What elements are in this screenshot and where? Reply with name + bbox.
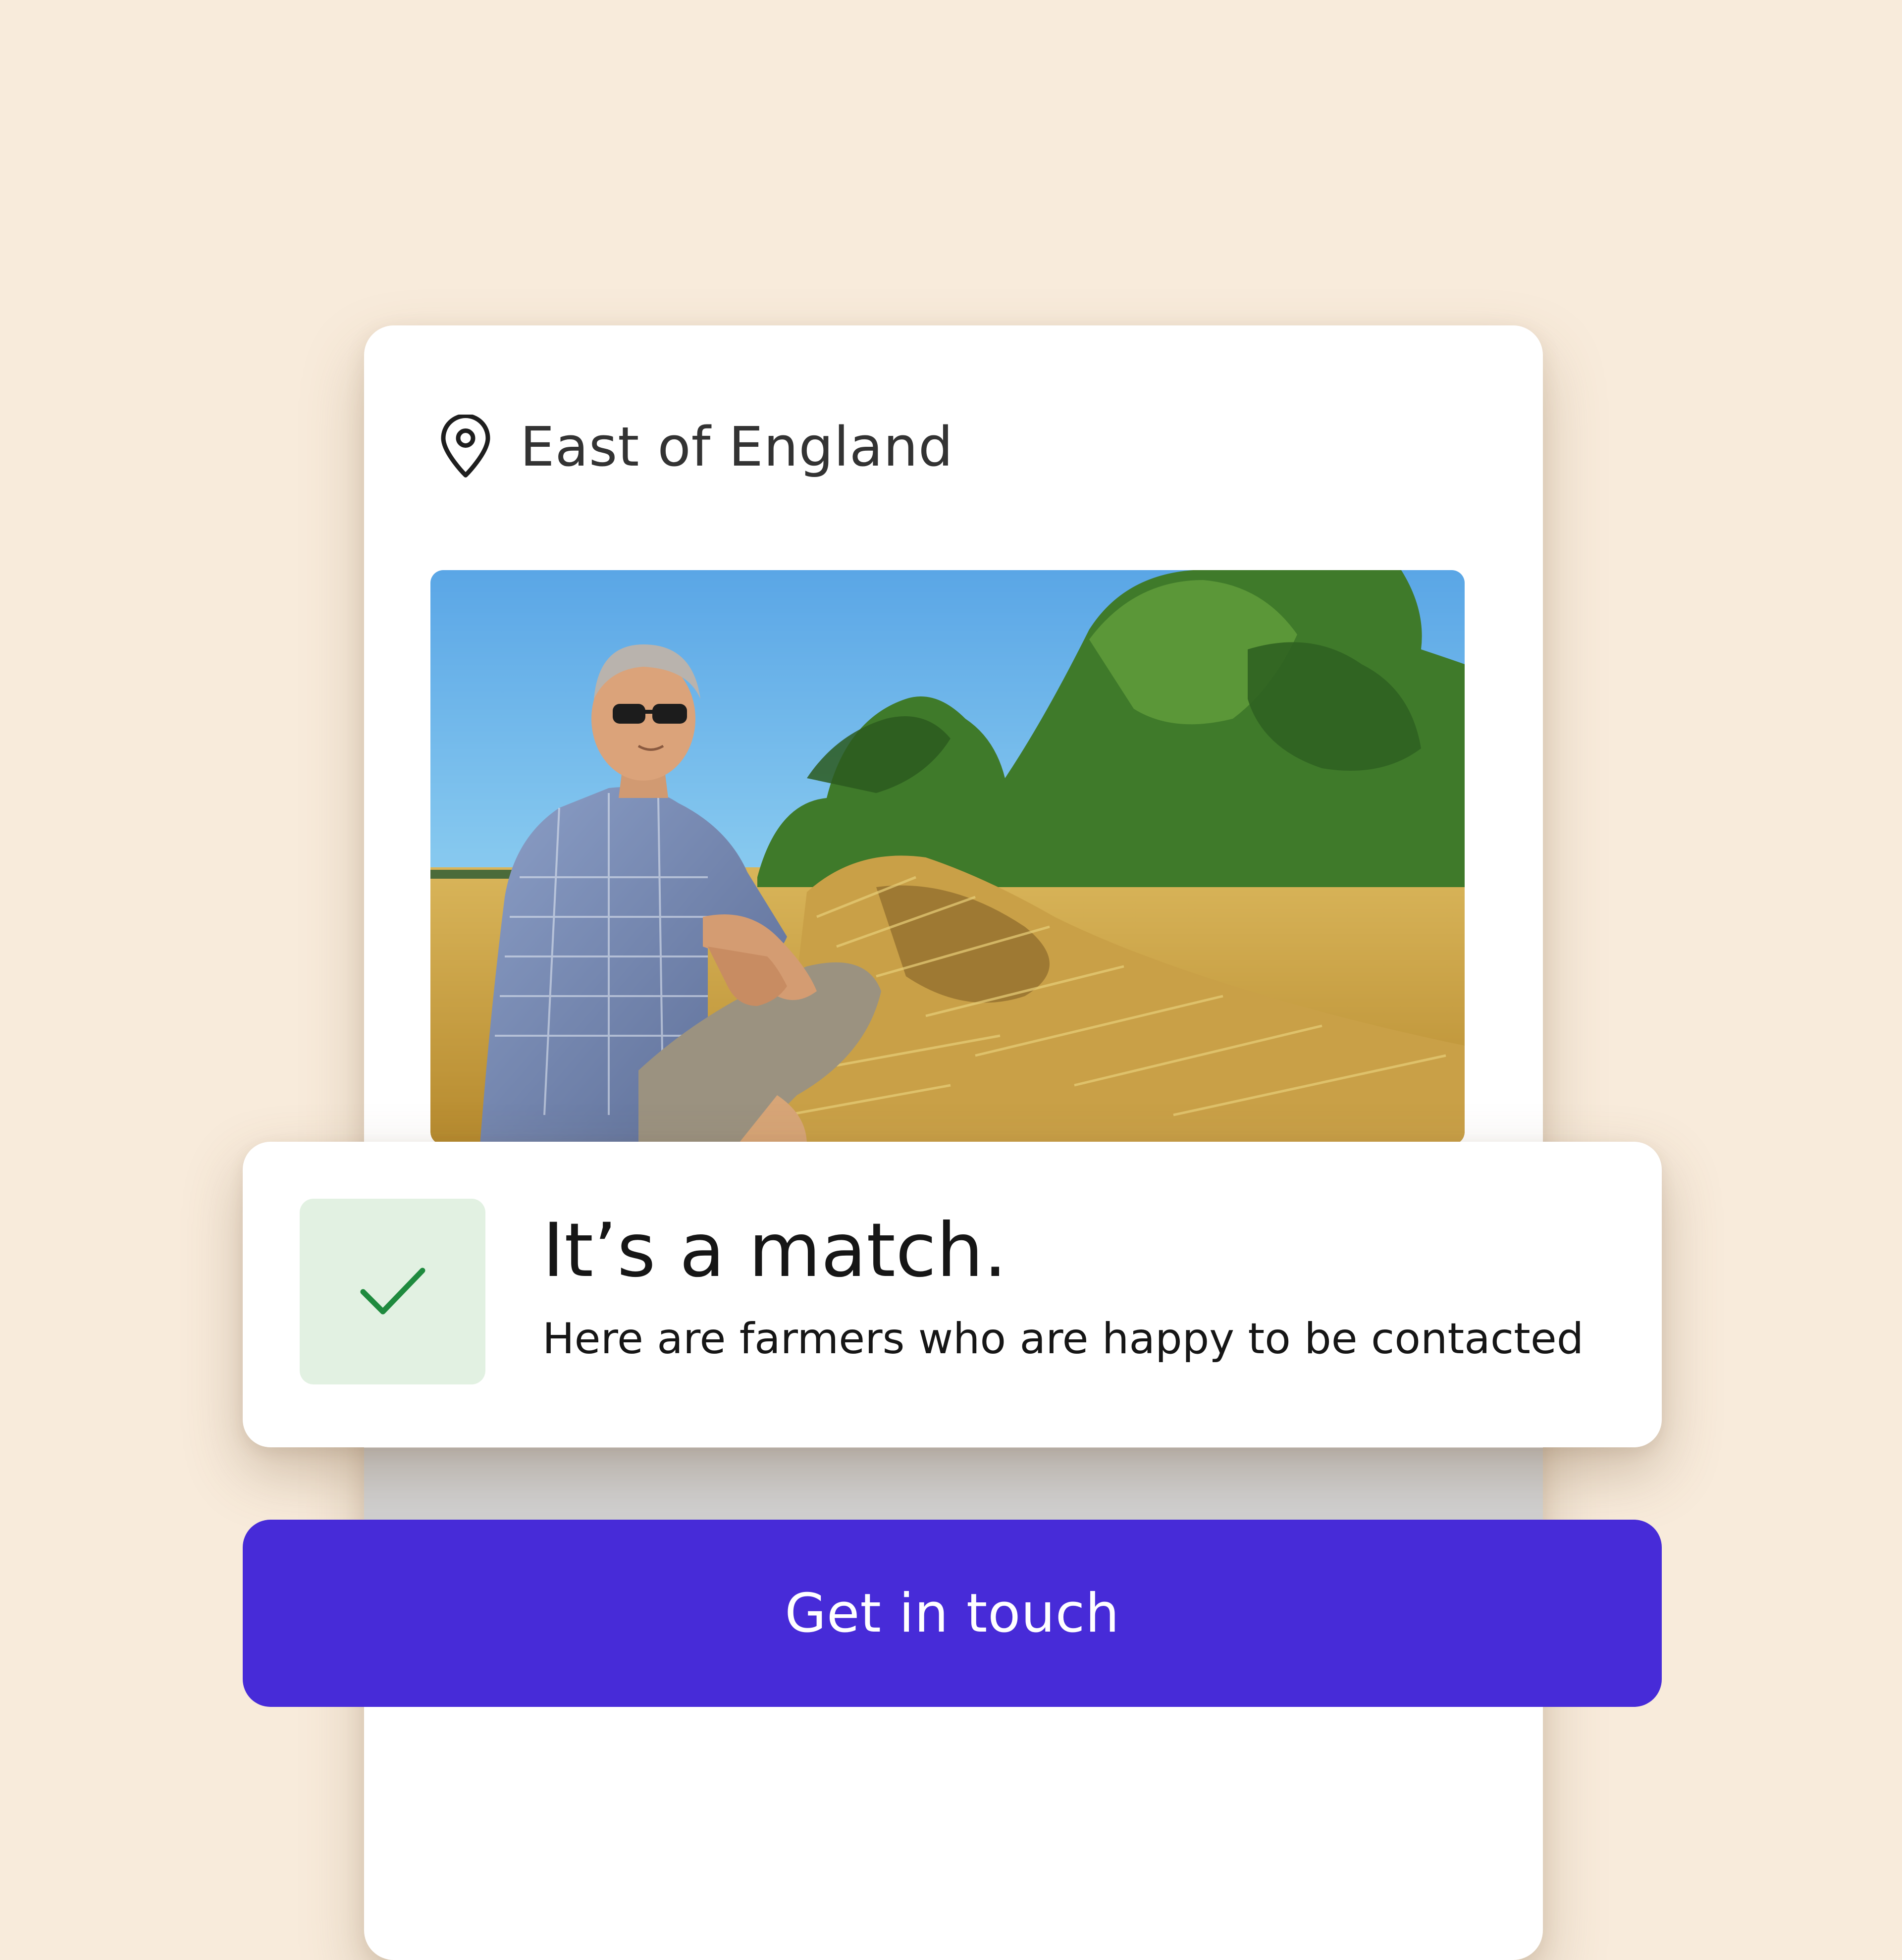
farmer-photo bbox=[430, 570, 1465, 1145]
location-row: East of England bbox=[438, 410, 953, 484]
location-label: East of England bbox=[520, 415, 953, 478]
match-title: It’s a match. bbox=[542, 1208, 1007, 1294]
get-in-touch-button[interactable]: Get in touch bbox=[243, 1520, 1662, 1707]
checkmark-icon bbox=[360, 1268, 425, 1314]
map-pin-icon bbox=[441, 415, 490, 477]
match-subtitle: Here are farmers who are happy to be con… bbox=[542, 1314, 1584, 1364]
checkmark-badge bbox=[300, 1199, 485, 1384]
match-notification: It’s a match. Here are farmers who are h… bbox=[243, 1142, 1662, 1447]
